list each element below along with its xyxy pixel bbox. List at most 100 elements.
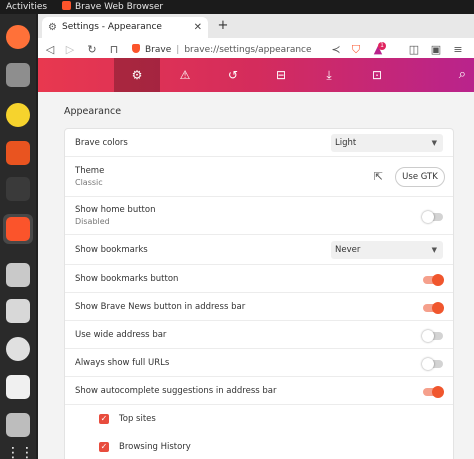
- dock-item[interactable]: [3, 100, 33, 130]
- image-viewer-icon: [6, 263, 30, 287]
- show-bookmarks-label: Show bookmarks: [75, 245, 148, 255]
- toggle-label: Show autocomplete suggestions in address…: [75, 386, 277, 396]
- nav-wallet-icon[interactable]: ⊡: [354, 58, 400, 92]
- toggle-label: Show bookmarks button: [75, 274, 179, 284]
- appearance-card: Brave colors Light ▼ Theme Classic ⇱ Use …: [64, 128, 454, 459]
- reload-icon[interactable]: ↻: [84, 41, 100, 59]
- activities-button[interactable]: Activities: [6, 0, 47, 14]
- dock-item[interactable]: [3, 372, 33, 402]
- section-title: Appearance: [64, 106, 122, 117]
- dock-item[interactable]: ⋮⋮⋮: [3, 438, 48, 459]
- wide-address-bar-toggle[interactable]: [422, 330, 443, 342]
- dock: ⋮⋮⋮: [0, 14, 48, 459]
- dock-item[interactable]: [3, 260, 33, 290]
- brave-colors-row: Brave colors Light ▼: [65, 129, 453, 157]
- toggle-label: Always show full URLs: [75, 358, 170, 368]
- wallet-toolbar-icon[interactable]: ▣: [428, 41, 444, 59]
- browsing-history-checkbox[interactable]: ✓: [99, 442, 109, 452]
- menu-icon[interactable]: ≡: [450, 41, 466, 59]
- brave-colors-select[interactable]: Light ▼: [331, 134, 443, 152]
- toggle-row: Show autocomplete suggestions in address…: [65, 377, 453, 405]
- checkbox-row: ✓ Browsing History: [65, 433, 453, 459]
- toggle-label: Use wide address bar: [75, 330, 167, 340]
- nav-shields-icon[interactable]: ⚠: [162, 58, 208, 92]
- chevron-down-icon: ▼: [431, 139, 437, 147]
- show-bookmarks-row: Show bookmarks Never ▼: [65, 235, 453, 265]
- search-icon[interactable]: ⌕: [459, 58, 466, 92]
- toggle-row: Show bookmarks button: [65, 265, 453, 293]
- open-in-new-icon[interactable]: ⇱: [374, 170, 383, 183]
- show-bookmarks-value: Never: [335, 245, 361, 255]
- top-sites-checkbox[interactable]: ✓: [99, 414, 109, 424]
- settings-nav: ⚙ ⚠ ↺ ⊟ ⤓ ⊡ ⌕: [38, 58, 474, 92]
- theme-value: Classic: [75, 178, 103, 187]
- settings-favicon-icon: ⚙: [48, 22, 57, 33]
- top-bar: Activities Brave Web Browser: [0, 0, 474, 14]
- settings-content: Appearance Brave colors Light ▼ Theme Cla…: [38, 92, 474, 459]
- checkbox-label: Top sites: [119, 414, 156, 424]
- storage-icon: [6, 413, 30, 437]
- brave-lion-icon: [62, 1, 71, 10]
- app-menu[interactable]: Brave Web Browser: [62, 0, 163, 14]
- dock-item[interactable]: [3, 214, 33, 244]
- browser-window: ⚙ Settings - Appearance ✕ + ◁ ▷ ↻ ⊓ Brav…: [38, 14, 474, 459]
- dock-item[interactable]: [3, 174, 33, 204]
- back-icon[interactable]: ◁: [42, 41, 58, 59]
- home-button-status: Disabled: [75, 217, 110, 226]
- brave-icon: [6, 217, 30, 241]
- full-urls-toggle[interactable]: [422, 358, 443, 370]
- document-viewer-icon: [6, 375, 30, 399]
- show-bookmarks-select[interactable]: Never ▼: [331, 241, 443, 259]
- home-button-label: Show home button: [75, 205, 156, 215]
- forward-icon[interactable]: ▷: [62, 41, 78, 59]
- app-center-icon: [6, 141, 30, 165]
- checkbox-label: Browsing History: [119, 442, 191, 452]
- dock-item[interactable]: [3, 22, 33, 52]
- new-tab-button[interactable]: +: [214, 17, 232, 35]
- tab-settings[interactable]: ⚙ Settings - Appearance ✕: [42, 17, 208, 38]
- rhythmbox-icon: [6, 103, 30, 127]
- dock-item[interactable]: [3, 296, 33, 326]
- close-tab-icon[interactable]: ✕: [194, 17, 202, 38]
- url-brand: Brave: [145, 45, 172, 55]
- theme-label: Theme: [75, 166, 105, 176]
- notification-badge: 1: [378, 42, 386, 50]
- tab-title: Settings - Appearance: [62, 22, 162, 32]
- dock-item[interactable]: [3, 138, 33, 168]
- brave-shields-icon[interactable]: ⛉: [348, 41, 364, 59]
- toggle-row: Use wide address bar: [65, 321, 453, 349]
- autocomplete-toggle[interactable]: [423, 386, 444, 398]
- address-bar[interactable]: Brave | brave://settings/appearance: [128, 41, 346, 59]
- firefox-icon: [6, 25, 30, 49]
- app-name: Brave Web Browser: [75, 2, 164, 12]
- home-button-toggle[interactable]: [422, 211, 443, 223]
- bookmarks-button-toggle[interactable]: [423, 274, 444, 286]
- dock-item[interactable]: [3, 410, 33, 440]
- disc-icon: [6, 337, 30, 361]
- sidebar-icon[interactable]: ◫: [406, 41, 422, 59]
- toggle-row: Always show full URLs: [65, 349, 453, 377]
- bookmark-icon[interactable]: ⊓: [106, 41, 122, 59]
- files-icon: [6, 63, 30, 87]
- terminal-icon: [6, 177, 30, 201]
- brave-news-button-toggle[interactable]: [423, 302, 444, 314]
- share-icon[interactable]: ≺: [328, 41, 344, 59]
- text-editor-icon: [6, 299, 30, 323]
- theme-row: Theme Classic ⇱ Use GTK: [65, 157, 453, 197]
- nav-downloads-icon[interactable]: ⤓: [306, 58, 352, 92]
- nav-gear-icon[interactable]: ⚙: [114, 58, 160, 92]
- brave-colors-label: Brave colors: [75, 138, 128, 148]
- chevron-down-icon: ▼: [431, 246, 437, 254]
- toggle-label: Show Brave News button in address bar: [75, 302, 246, 312]
- brave-shield-url-icon: [132, 44, 140, 53]
- home-button-row: Show home button Disabled: [65, 197, 453, 235]
- nav-history-icon[interactable]: ↺: [210, 58, 256, 92]
- dock-item[interactable]: [3, 60, 33, 90]
- tab-strip: ⚙ Settings - Appearance ✕ +: [38, 14, 474, 38]
- use-gtk-button[interactable]: Use GTK: [395, 167, 445, 187]
- dock-item[interactable]: [3, 334, 33, 364]
- url-text: brave://settings/appearance: [184, 45, 312, 55]
- brave-colors-value: Light: [335, 138, 357, 148]
- rewards-icon[interactable]: ▲ 1: [370, 41, 386, 59]
- nav-bookmarks-icon[interactable]: ⊟: [258, 58, 304, 92]
